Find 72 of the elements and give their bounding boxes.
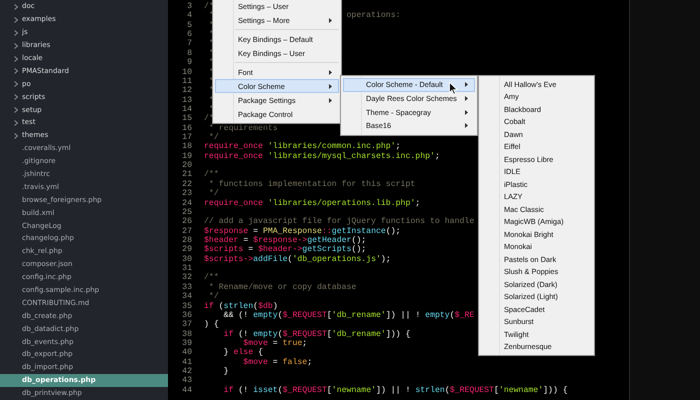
- mouse-cursor-icon: [449, 82, 458, 95]
- line-number: 23: [181, 189, 192, 199]
- code-line: * requirements: [208, 124, 278, 133]
- line-number: 43: [181, 376, 192, 386]
- line-number: 15: [181, 114, 192, 124]
- code-line: && (! empty($_REQUEST['db_rename']) || ! empty($_RE: [222, 310, 474, 320]
- code-line: */: [208, 292, 219, 302]
- code-line: if (strlen($db): [203, 302, 278, 311]
- code-line: } else {: [222, 348, 263, 358]
- line-number: 8: [186, 48, 192, 58]
- line-number: 19: [181, 152, 192, 162]
- line-number: 17: [181, 133, 192, 142]
- line-number: 44: [181, 386, 192, 396]
- line-number: 28: [181, 236, 192, 246]
- code-line: * functions implementation for this script: [208, 180, 416, 189]
- line-number: 22: [181, 180, 192, 190]
- code-line: /*: [203, 114, 214, 124]
- code-line: /**: [203, 170, 219, 180]
- line-number: 11: [181, 76, 192, 86]
- line-number: 27: [181, 226, 192, 236]
- line-number: 38: [181, 330, 192, 339]
- line-number: 14: [181, 104, 192, 114]
- line-number: 4: [186, 11, 192, 21]
- code-line: $move = false;: [242, 358, 312, 368]
- line-number: 21: [181, 170, 192, 180]
- code-line: require_once 'libraries/mysql_charsets.inc.php';: [203, 152, 440, 162]
- code-line: if (! empty($_REQUEST['db_rename'])) {: [222, 330, 410, 339]
- line-number: 10: [181, 68, 192, 77]
- chevron-icon: [14, 4, 18, 10]
- line-number: 18: [181, 142, 192, 152]
- code-line: // add a javascript file for jQuery functions to handle: [203, 217, 474, 227]
- line-number: 40: [181, 348, 192, 358]
- line-number: 35: [181, 302, 192, 311]
- line-number: 5: [186, 20, 192, 30]
- line-number: 7: [186, 39, 192, 49]
- code-line: $scripts->addFile('db_operations.js');: [203, 254, 391, 264]
- line-number: 13: [181, 96, 192, 105]
- code-line: * Rename/move or copy database: [208, 282, 356, 292]
- code-line: */: [208, 189, 219, 199]
- code-line: require_once 'libraries/operations.lib.php';: [203, 198, 420, 208]
- code-line: $move = true;: [243, 338, 308, 348]
- line-number: 37: [181, 320, 192, 330]
- line-number: 42: [181, 367, 192, 376]
- code-line: if (! isset($_REQUEST['newname']) || ! strlen($_REQUEST['newname'])) {: [222, 386, 568, 396]
- line-number: 26: [181, 217, 192, 227]
- line-number: 33: [181, 282, 192, 292]
- line-number: 41: [181, 358, 192, 368]
- code-line: */: [208, 133, 219, 142]
- code-line: ) {: [203, 320, 219, 330]
- line-number: 31: [181, 264, 192, 274]
- code-line: require_once 'libraries/common.inc.php';: [203, 142, 401, 152]
- line-number: 34: [181, 292, 192, 302]
- code-line: $scripts = $header->getScripts();: [203, 245, 366, 255]
- line-number: 20: [181, 161, 192, 170]
- line-number: 30: [181, 254, 192, 264]
- line-number: 3: [186, 2, 192, 12]
- code-line: /*: [203, 2, 214, 11]
- code-line: /**: [203, 273, 219, 283]
- line-number: 16: [181, 124, 192, 134]
- code-line: }: [222, 367, 229, 376]
- line-number: 6: [186, 30, 192, 40]
- line-number: 32: [181, 273, 192, 283]
- code-line: operations:: [346, 11, 401, 21]
- code-line: $response = PMA_Response::getInstance();: [203, 226, 401, 236]
- line-number: 39: [181, 338, 192, 348]
- line-number: 25: [181, 208, 192, 218]
- line-number: 29: [181, 245, 192, 255]
- code-line: $header = $response->getHeader();: [203, 236, 366, 245]
- line-number: 24: [181, 198, 192, 208]
- line-number: 12: [181, 86, 192, 96]
- line-number: 9: [186, 58, 192, 68]
- line-number: 36: [181, 310, 192, 320]
